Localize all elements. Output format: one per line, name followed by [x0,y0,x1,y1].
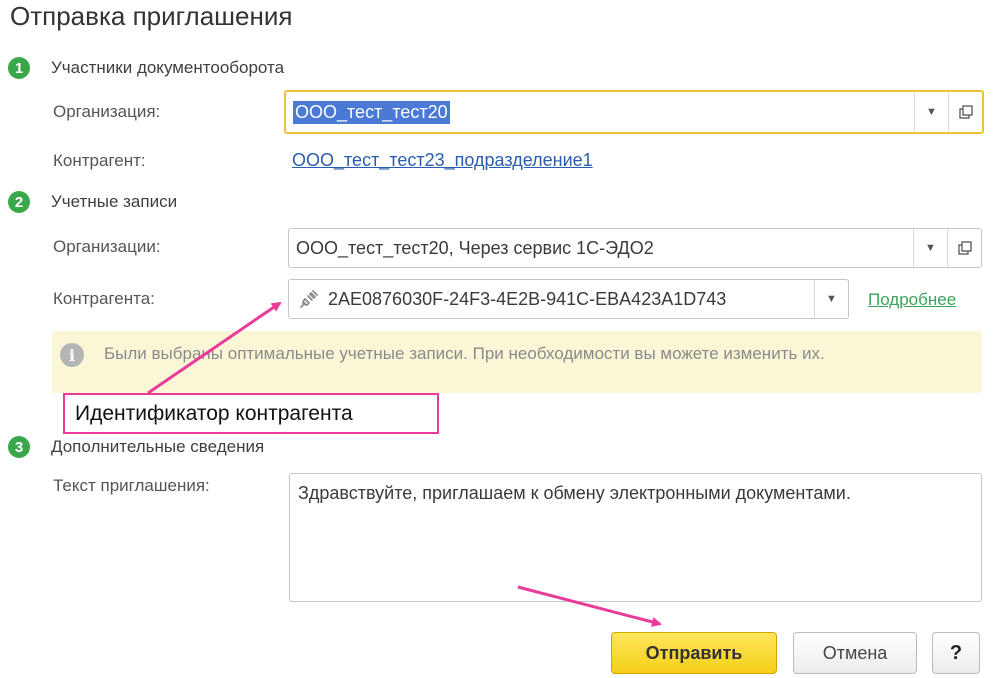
info-icon: i [60,343,84,367]
chevron-down-icon: ▼ [926,106,937,118]
organization-label: Организация: [53,102,161,121]
step-participants: 1 Участники документооборота [8,57,284,79]
counterparty-account-dropdown-button[interactable]: ▼ [814,280,848,318]
step-number: 1 [8,57,30,79]
step-label: Участники документооборота [51,58,285,77]
counterparty-account-label: Контрагента: [53,289,155,308]
step-additional: 3 Дополнительные сведения [8,436,264,458]
organization-value: ООО_тест_тест20 [293,100,450,124]
organization-dropdown-button[interactable]: ▼ [914,92,948,132]
step-number: 2 [8,191,30,213]
annotation-callout: Идентификатор контрагента [63,393,439,434]
invitation-text-area[interactable]: Здравствуйте, приглашаем к обмену электр… [289,473,982,602]
counterparty-account-id: 2AE0876030F-24F3-4E2B-941C-EBA423A1D743 [328,288,727,309]
organization-open-button[interactable] [948,92,982,132]
organizations-account-input[interactable]: ООО_тест_тест20, Через сервис 1С-ЭДО2 [289,229,913,267]
organizations-account-field[interactable]: ООО_тест_тест20, Через сервис 1С-ЭДО2 ▼ [288,228,982,268]
organizations-open-button[interactable] [947,229,981,267]
details-link[interactable]: Подробнее [868,290,956,310]
organization-input[interactable]: ООО_тест_тест20 [286,92,914,132]
help-button[interactable]: ? [932,632,980,674]
counterparty-account-field[interactable]: 2AE0876030F-24F3-4E2B-941C-EBA423A1D743 … [288,279,849,319]
open-form-icon [958,105,973,119]
counterparty-link[interactable]: ООО_тест_тест23_подразделение1 [292,150,593,171]
step-label: Учетные записи [51,192,178,211]
invitation-text-label: Текст приглашения: [53,476,210,495]
info-text: Были выбраны оптимальные учетные записи.… [104,344,825,363]
organization-field[interactable]: ООО_тест_тест20 ▼ [284,90,984,134]
open-form-icon [957,241,972,255]
organizations-label: Организации: [53,237,161,256]
counterparty-label: Контрагент: [53,151,146,170]
dialog-title: Отправка приглашения [10,1,293,31]
counterparty-account-input[interactable]: 2AE0876030F-24F3-4E2B-941C-EBA423A1D743 [289,280,814,318]
step-label: Дополнительные сведения [51,437,265,456]
chevron-down-icon: ▼ [826,293,837,305]
chevron-down-icon: ▼ [925,242,936,254]
step-accounts: 2 Учетные записи [8,191,177,213]
plug-icon [300,290,318,308]
info-panel: i Были выбраны оптимальные учетные запис… [52,331,982,393]
organizations-dropdown-button[interactable]: ▼ [913,229,947,267]
send-button[interactable]: Отправить [611,632,777,674]
cancel-button[interactable]: Отмена [793,632,917,674]
step-number: 3 [8,436,30,458]
